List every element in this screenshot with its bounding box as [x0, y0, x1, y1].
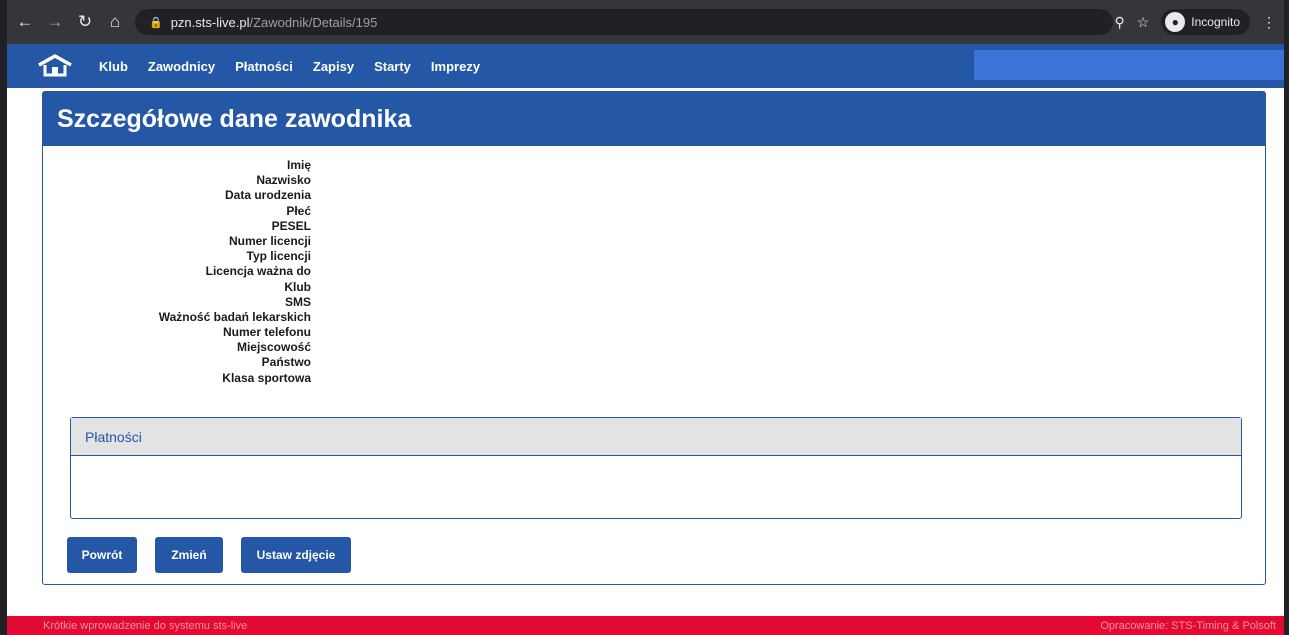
field-label-data-urodzenia: Data urodzenia — [224, 188, 311, 203]
field-label-plec: Płeć — [286, 203, 311, 218]
address-bar[interactable]: 🔒 pzn.sts-live.pl/Zawodnik/Details/195 — [135, 9, 1113, 35]
payments-panel: Płatności — [70, 417, 1242, 519]
zoom-icon[interactable]: ⚲ — [1114, 14, 1124, 31]
footer: Krótkie wprowadzenie do systemu sts-live… — [7, 616, 1284, 635]
field-label-miejscowosc: Miejscowość — [236, 340, 311, 355]
url-host: pzn.sts-live.pl — [170, 14, 250, 30]
field-label-sms: SMS — [284, 294, 311, 309]
browser-window: ← → ↻ ⌂ 🔒 pzn.sts-live.pl/Zawodnik/Detai… — [0, 0, 1289, 635]
field-label-licencja-wazna-do: Licencja ważna do — [205, 264, 311, 279]
field-label-panstwo: Państwo — [261, 355, 311, 370]
payments-panel-title: Płatności — [85, 428, 142, 445]
nav-item-imprezy[interactable]: Imprezy — [431, 59, 480, 74]
nav-item-klub[interactable]: Klub — [99, 59, 128, 74]
url-path: /Zawodnik/Details/195 — [249, 14, 378, 30]
lock-icon: 🔒 — [149, 16, 163, 29]
menu-kebab-icon[interactable]: ⋮ — [1262, 14, 1276, 31]
home-browser-icon[interactable]: ⌂ — [103, 10, 127, 34]
field-label-imie: Imię — [286, 158, 311, 172]
nav-search-box[interactable] — [974, 50, 1284, 80]
details-list: Imię Nazwisko Data urodzenia Płeć PESEL … — [43, 158, 311, 386]
nav-links: Klub Zawodnicy Płatności Zapisy Starty I… — [99, 59, 500, 74]
payments-panel-header: Płatności — [71, 418, 1241, 456]
field-label-numer-licencji: Numer licencji — [228, 233, 311, 248]
field-label-waznosc-badan: Ważność badań lekarskich — [158, 309, 311, 324]
incognito-badge[interactable]: ● Incognito — [1161, 9, 1250, 35]
browser-toolbar: ← → ↻ ⌂ 🔒 pzn.sts-live.pl/Zawodnik/Detai… — [7, 0, 1284, 44]
field-label-klasa-sportowa: Klasa sportowa — [222, 370, 311, 385]
edit-button[interactable]: Zmień — [155, 537, 223, 573]
back-button[interactable]: Powrót — [67, 537, 137, 573]
star-icon[interactable]: ☆ — [1137, 14, 1150, 31]
field-label-nazwisko: Nazwisko — [256, 173, 311, 188]
incognito-icon: ● — [1165, 12, 1186, 32]
action-buttons: Powrót Zmień Ustaw zdjęcie — [67, 537, 351, 573]
page-title: Szczegółowe dane zawodnika — [57, 104, 412, 133]
card-header: Szczegółowe dane zawodnika — [43, 92, 1265, 146]
home-icon[interactable] — [35, 51, 75, 81]
nav-item-platnosci[interactable]: Płatności — [235, 59, 293, 74]
field-label-numer-telefonu: Numer telefonu — [222, 325, 311, 340]
forward-arrow-icon[interactable]: → — [43, 10, 67, 34]
incognito-label: Incognito — [1191, 15, 1240, 29]
set-photo-button[interactable]: Ustaw zdjęcie — [241, 537, 351, 573]
footer-intro-link[interactable]: Krótkie wprowadzenie do systemu sts-live — [43, 620, 247, 632]
back-arrow-icon[interactable]: ← — [13, 10, 37, 34]
field-label-klub: Klub — [284, 279, 311, 294]
nav-item-starty[interactable]: Starty — [374, 59, 411, 74]
details-card: Szczegółowe dane zawodnika Imię Nazwisko… — [42, 91, 1266, 585]
field-label-typ-licencji: Typ licencji — [246, 249, 311, 264]
field-label-pesel: PESEL — [271, 218, 311, 233]
reload-icon[interactable]: ↻ — [73, 10, 97, 34]
nav-item-zapisy[interactable]: Zapisy — [313, 59, 354, 74]
site-navbar: Klub Zawodnicy Płatności Zapisy Starty I… — [7, 44, 1284, 88]
nav-item-zawodnicy[interactable]: Zawodnicy — [148, 59, 215, 74]
footer-credits: Opracowanie: STS-Timing & Polsoft — [1100, 619, 1276, 632]
